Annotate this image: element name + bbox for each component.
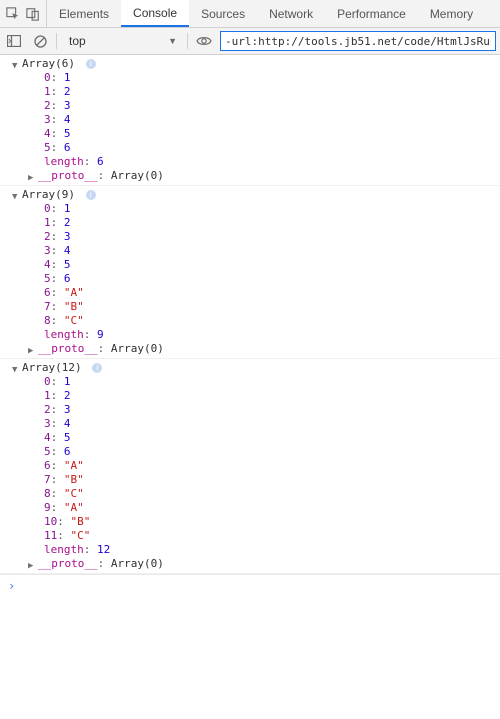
array-entry: 5: 6 — [0, 272, 500, 286]
tab-performance[interactable]: Performance — [325, 0, 418, 27]
tab-memory[interactable]: Memory — [418, 0, 485, 27]
device-icon[interactable] — [26, 5, 40, 23]
inspect-icon[interactable] — [6, 5, 20, 23]
tab-icon-group — [0, 0, 47, 27]
array-proto[interactable]: ▶__proto__: Array(0) — [0, 169, 500, 183]
array-entry: 4: 5 — [0, 431, 500, 445]
array-entry: 1: 2 — [0, 85, 500, 99]
array-proto[interactable]: ▶__proto__: Array(0) — [0, 557, 500, 571]
array-length: length: 9 — [0, 328, 500, 342]
array-entry: 0: 1 — [0, 375, 500, 389]
array-summary[interactable]: ▼Array(9) i — [0, 188, 500, 202]
tab-elements[interactable]: Elements — [47, 0, 121, 27]
console-prompt[interactable]: › — [0, 574, 500, 597]
info-icon[interactable]: i — [92, 363, 102, 373]
array-summary[interactable]: ▼Array(6) i — [0, 57, 500, 71]
tab-console[interactable]: Console — [121, 0, 189, 27]
array-entry: 4: 5 — [0, 127, 500, 141]
context-label: top — [69, 34, 86, 48]
console-log-entry: ▼Array(6) i0: 11: 22: 33: 44: 55: 6lengt… — [0, 55, 500, 186]
expand-icon[interactable]: ▶ — [28, 344, 33, 358]
array-entry: 0: 1 — [0, 202, 500, 216]
filter-input[interactable] — [220, 31, 496, 51]
array-entry: 3: 4 — [0, 244, 500, 258]
array-length: length: 12 — [0, 543, 500, 557]
array-entry: 8: "C" — [0, 487, 500, 501]
array-entry: 3: 4 — [0, 417, 500, 431]
array-entry: 11: "C" — [0, 529, 500, 543]
info-icon[interactable]: i — [86, 190, 96, 200]
array-entry: 7: "B" — [0, 473, 500, 487]
array-entry: 1: 2 — [0, 389, 500, 403]
array-length: length: 6 — [0, 155, 500, 169]
info-icon[interactable]: i — [86, 59, 96, 69]
array-entry: 10: "B" — [0, 515, 500, 529]
array-entry: 1: 2 — [0, 216, 500, 230]
tab-row: ElementsConsoleSourcesNetworkPerformance… — [47, 0, 485, 27]
array-entry: 5: 6 — [0, 141, 500, 155]
execution-context-select[interactable]: top ▼ — [63, 31, 181, 51]
array-entry: 2: 3 — [0, 403, 500, 417]
live-expression-icon[interactable] — [194, 35, 214, 47]
array-entry: 5: 6 — [0, 445, 500, 459]
array-entry: 8: "C" — [0, 314, 500, 328]
clear-console-icon[interactable] — [30, 31, 50, 51]
array-proto[interactable]: ▶__proto__: Array(0) — [0, 342, 500, 356]
sidebar-toggle-icon[interactable] — [4, 31, 24, 51]
array-entry: 6: "A" — [0, 286, 500, 300]
tab-network[interactable]: Network — [257, 0, 325, 27]
expand-icon[interactable]: ▶ — [28, 559, 33, 573]
array-entry: 3: 4 — [0, 113, 500, 127]
devtools-tab-bar: ElementsConsoleSourcesNetworkPerformance… — [0, 0, 500, 28]
array-entry: 2: 3 — [0, 99, 500, 113]
console-output: ▼Array(6) i0: 11: 22: 33: 44: 55: 6lengt… — [0, 55, 500, 719]
separator — [187, 33, 188, 49]
array-entry: 4: 5 — [0, 258, 500, 272]
console-log-entry: ▼Array(9) i0: 11: 22: 33: 44: 55: 66: "A… — [0, 186, 500, 359]
array-summary[interactable]: ▼Array(12) i — [0, 361, 500, 375]
separator — [56, 33, 57, 49]
tab-sources[interactable]: Sources — [189, 0, 257, 27]
chevron-down-icon: ▼ — [168, 36, 177, 46]
array-entry: 7: "B" — [0, 300, 500, 314]
console-log-entry: ▼Array(12) i0: 11: 22: 33: 44: 55: 66: "… — [0, 359, 500, 574]
console-toolbar: top ▼ — [0, 28, 500, 55]
array-entry: 2: 3 — [0, 230, 500, 244]
expand-icon[interactable]: ▶ — [28, 171, 33, 185]
array-entry: 9: "A" — [0, 501, 500, 515]
array-entry: 6: "A" — [0, 459, 500, 473]
array-entry: 0: 1 — [0, 71, 500, 85]
